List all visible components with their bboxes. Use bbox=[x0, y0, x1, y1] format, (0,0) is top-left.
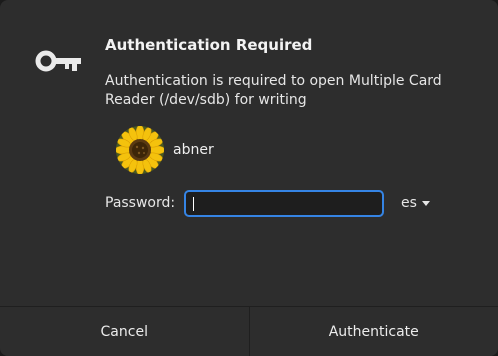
keyboard-layout-label: es bbox=[401, 195, 417, 211]
username: abner bbox=[173, 142, 214, 158]
button-bar: Cancel Authenticate bbox=[0, 306, 498, 356]
keyboard-layout-button[interactable]: es bbox=[401, 195, 430, 211]
user-avatar bbox=[116, 126, 164, 174]
chevron-down-icon bbox=[421, 200, 430, 206]
dialog-title: Authentication Required bbox=[105, 36, 313, 54]
text-caret bbox=[193, 197, 194, 211]
password-input[interactable] bbox=[184, 190, 384, 217]
user-row: abner bbox=[116, 126, 214, 174]
dialog-message: Authentication is required to open Multi… bbox=[105, 73, 442, 108]
cancel-button[interactable]: Cancel bbox=[0, 307, 249, 356]
authenticate-button[interactable]: Authenticate bbox=[248, 307, 498, 356]
sunflower-avatar bbox=[116, 126, 164, 174]
password-label: Password: bbox=[105, 195, 176, 211]
authentication-dialog: Authentication Required Authentication i… bbox=[0, 0, 498, 356]
key-icon bbox=[35, 50, 81, 72]
